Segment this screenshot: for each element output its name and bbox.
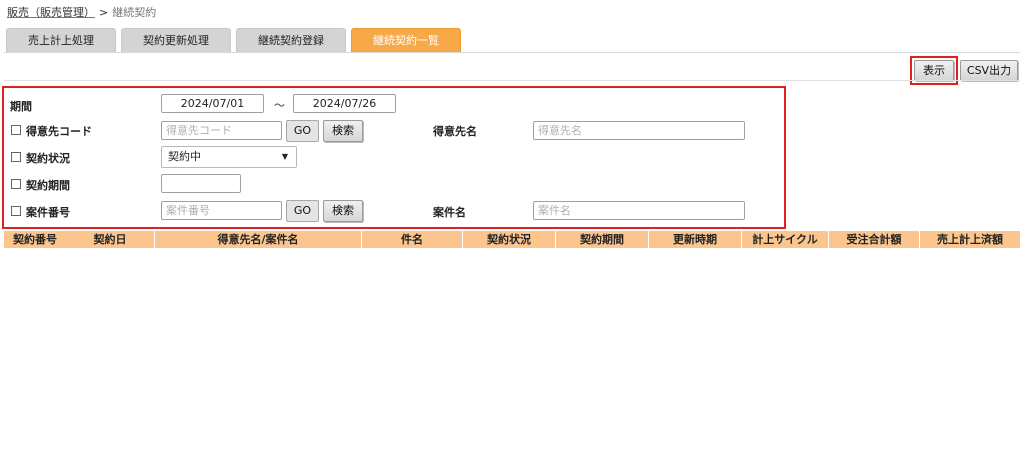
project-number-input[interactable]: 案件番号: [161, 201, 282, 220]
search-form: 期間 2024/07/01 ～ 2024/07/26 得意先コード 得意先コード…: [2, 86, 786, 229]
column-header-contract-period[interactable]: 契約期間: [556, 231, 648, 248]
column-header-customer-project[interactable]: 得意先名/案件名: [155, 231, 361, 248]
contract-status-value: 契約中: [168, 150, 201, 163]
tab-divider: [4, 52, 1020, 53]
chevron-down-icon: ▼: [281, 152, 288, 161]
period-separator: ～: [274, 99, 285, 112]
contract-status-checkbox[interactable]: [11, 152, 21, 162]
project-number-checkbox[interactable]: [11, 206, 21, 216]
results-table-header: 契約番号 契約日 得意先名/案件名 件名 契約状況 契約期間 更新時期 計上サイ…: [4, 231, 1020, 248]
column-header-renewal-timing[interactable]: 更新時期: [649, 231, 741, 248]
column-header-subject[interactable]: 件名: [362, 231, 462, 248]
column-header-contract-date[interactable]: 契約日: [66, 231, 154, 248]
customer-code-checkbox[interactable]: [11, 125, 21, 135]
customer-code-search-button[interactable]: 検索: [323, 120, 363, 142]
toolbar-divider: [4, 80, 1020, 81]
period-label: 期間: [10, 100, 32, 113]
tab-contract-registration[interactable]: 継続契約登録: [236, 28, 346, 53]
contract-status-label: 契約状況: [26, 152, 70, 165]
contract-period-checkbox[interactable]: [11, 179, 21, 189]
customer-name-label: 得意先名: [433, 125, 477, 138]
breadcrumb-current: 継続契約: [112, 6, 157, 19]
display-button[interactable]: 表示: [914, 60, 954, 81]
project-name-label: 案件名: [433, 206, 466, 219]
customer-code-label: 得意先コード: [26, 125, 92, 138]
column-header-contract-number[interactable]: 契約番号: [4, 231, 66, 248]
column-header-billing-cycle[interactable]: 計上サイクル: [742, 231, 828, 248]
breadcrumb: 販売（販売管理） > 継続契約: [7, 4, 156, 20]
breadcrumb-link-sales[interactable]: 販売（販売管理）: [7, 6, 95, 19]
project-number-search-button[interactable]: 検索: [323, 200, 363, 222]
column-header-order-total[interactable]: 受注合計額: [829, 231, 919, 248]
period-from-input[interactable]: 2024/07/01: [161, 94, 264, 113]
contract-period-label: 契約期間: [26, 179, 70, 192]
project-number-label: 案件番号: [26, 206, 70, 219]
customer-name-input[interactable]: 得意先名: [533, 121, 745, 140]
contract-period-input[interactable]: [161, 174, 241, 193]
customer-code-input[interactable]: 得意先コード: [161, 121, 282, 140]
breadcrumb-separator: >: [99, 6, 109, 19]
column-header-sales-posted[interactable]: 売上計上済額: [920, 231, 1020, 248]
csv-export-button[interactable]: CSV出力: [960, 60, 1018, 81]
customer-code-go-button[interactable]: GO: [286, 120, 319, 142]
period-to-input[interactable]: 2024/07/26: [293, 94, 396, 113]
tab-contract-renewal[interactable]: 契約更新処理: [121, 28, 231, 53]
project-name-input[interactable]: 案件名: [533, 201, 745, 220]
tab-contract-list[interactable]: 継続契約一覧: [351, 28, 461, 53]
project-number-go-button[interactable]: GO: [286, 200, 319, 222]
tab-sales-posting[interactable]: 売上計上処理: [6, 28, 116, 53]
column-header-contract-status[interactable]: 契約状況: [463, 231, 555, 248]
contract-status-select[interactable]: 契約中 ▼: [161, 146, 297, 168]
